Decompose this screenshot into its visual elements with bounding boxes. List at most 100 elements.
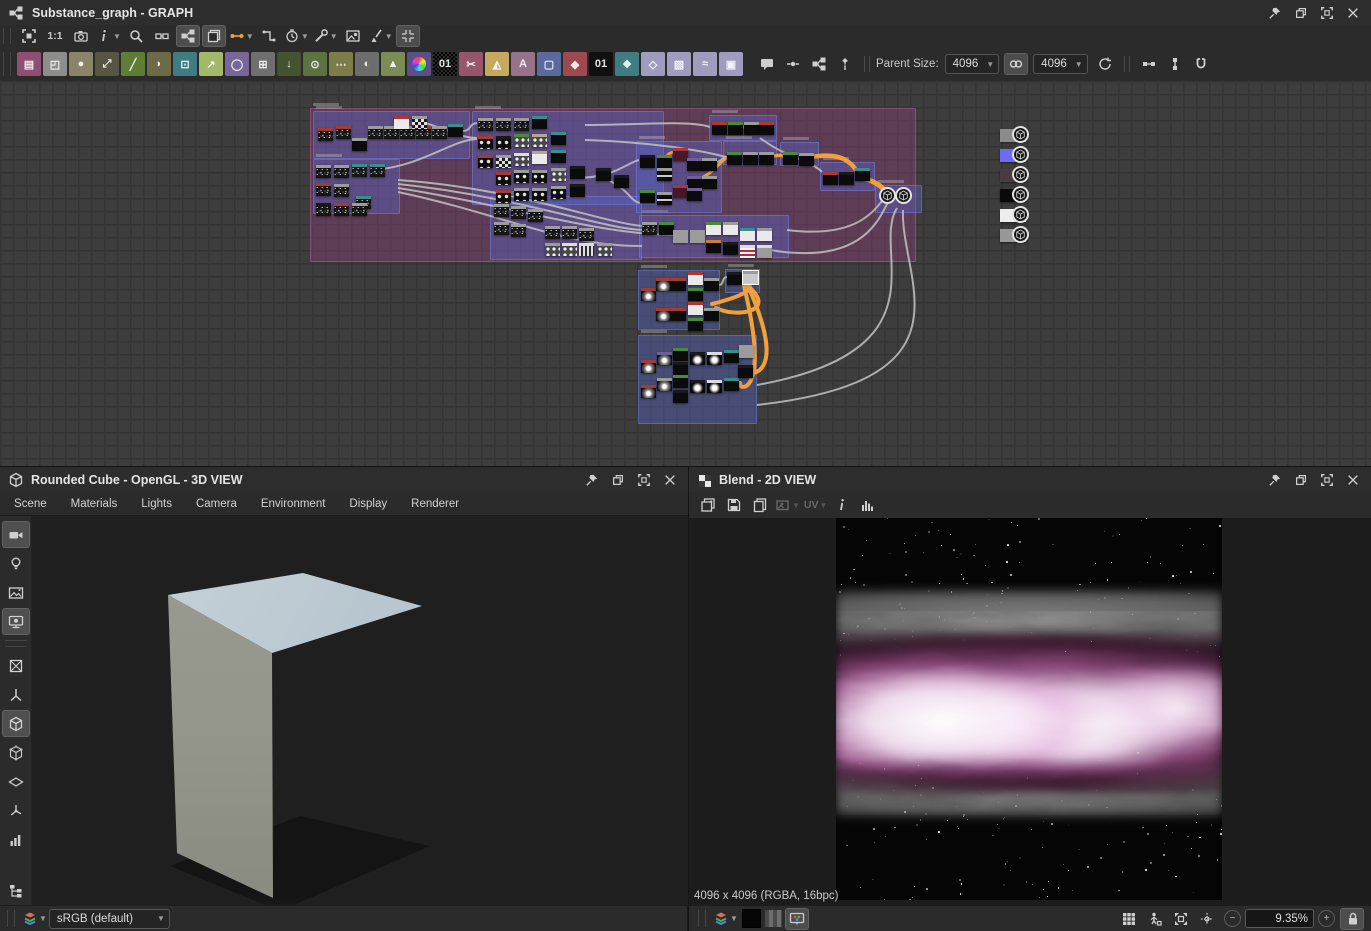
view2d-panel-header[interactable]: Blend - 2D VIEW bbox=[689, 467, 1371, 493]
graph-node[interactable] bbox=[334, 203, 349, 216]
output-basecolor[interactable] bbox=[1000, 129, 1026, 142]
graph-node[interactable] bbox=[496, 155, 511, 168]
sphere-node-button[interactable]: ◐ bbox=[355, 52, 379, 76]
graph-node[interactable] bbox=[640, 190, 655, 203]
svg-node-button[interactable]: ◰ bbox=[43, 52, 67, 76]
graph-node[interactable] bbox=[688, 302, 703, 315]
graph-node[interactable] bbox=[316, 203, 331, 216]
frame-scene-button[interactable] bbox=[2, 652, 30, 679]
graph-node[interactable] bbox=[352, 203, 367, 216]
graph-node[interactable] bbox=[702, 176, 717, 189]
tile-node-button[interactable]: ⊞ bbox=[251, 52, 275, 76]
graph-node[interactable] bbox=[334, 165, 349, 178]
graph-node[interactable] bbox=[659, 222, 674, 235]
maximize-panel-button[interactable] bbox=[634, 471, 654, 489]
graph-node[interactable] bbox=[744, 122, 759, 135]
stats-button[interactable] bbox=[2, 826, 30, 853]
graph-node[interactable] bbox=[757, 245, 772, 258]
float-panel-button[interactable] bbox=[1291, 471, 1311, 489]
graph-node[interactable] bbox=[688, 288, 703, 301]
link-size-button[interactable] bbox=[1004, 53, 1028, 75]
graph-node[interactable] bbox=[448, 124, 463, 137]
graph-node[interactable] bbox=[579, 243, 594, 256]
fx-shape-node-button[interactable]: ◇ bbox=[641, 52, 665, 76]
menu-display[interactable]: Display bbox=[349, 498, 387, 510]
output-metallic[interactable] bbox=[1000, 189, 1026, 202]
layers-button[interactable] bbox=[202, 25, 226, 47]
float-panel-button[interactable] bbox=[1291, 4, 1311, 22]
graph-node[interactable] bbox=[514, 153, 529, 166]
graph-node[interactable] bbox=[673, 375, 688, 388]
graph-node[interactable] bbox=[641, 385, 656, 398]
graph-node[interactable] bbox=[551, 150, 566, 163]
graph-node[interactable] bbox=[496, 172, 511, 185]
align-horizontal-button[interactable] bbox=[1137, 53, 1161, 75]
colorspace-dropdown[interactable]: sRGB (default)▼ bbox=[49, 909, 170, 929]
graph-node[interactable] bbox=[657, 168, 672, 181]
bitmap-node-button[interactable]: ▤ bbox=[17, 52, 41, 76]
graph-node[interactable] bbox=[657, 378, 672, 391]
pan-button[interactable] bbox=[1195, 908, 1219, 930]
pin-panel-button[interactable] bbox=[1265, 4, 1285, 22]
quantize-node-button[interactable]: 01 bbox=[589, 52, 613, 76]
menu-scene[interactable]: Scene bbox=[14, 498, 47, 510]
graph-node[interactable] bbox=[799, 153, 814, 166]
graph-node[interactable] bbox=[642, 222, 657, 235]
frame-button[interactable] bbox=[781, 53, 805, 75]
transform-node-button[interactable]: ⊡ bbox=[173, 52, 197, 76]
colorspace-layers-button[interactable]: ▼ bbox=[21, 908, 48, 930]
graph-node[interactable] bbox=[657, 155, 672, 168]
graph-node[interactable] bbox=[671, 278, 686, 291]
graph-view-button[interactable] bbox=[176, 25, 200, 47]
gradient-map-node-button[interactable]: ⋯ bbox=[329, 52, 353, 76]
graph-node[interactable] bbox=[723, 242, 738, 255]
normal-node-button[interactable]: ⊙ bbox=[303, 52, 327, 76]
maximize-panel-button[interactable] bbox=[1317, 4, 1337, 22]
graph-node[interactable] bbox=[671, 308, 686, 321]
crystallize-node-button[interactable]: ❖ bbox=[615, 52, 639, 76]
info-button[interactable]: ▼ bbox=[95, 25, 122, 47]
graph-node[interactable] bbox=[673, 185, 688, 198]
spline-node-button[interactable]: ✂ bbox=[459, 52, 483, 76]
output-height[interactable] bbox=[1000, 209, 1026, 222]
graph-node[interactable] bbox=[707, 352, 722, 365]
graph-node[interactable] bbox=[496, 190, 511, 203]
snap-button[interactable] bbox=[1189, 53, 1213, 75]
graph-node[interactable] bbox=[823, 172, 838, 185]
graph-node[interactable] bbox=[640, 155, 655, 168]
graph-node[interactable] bbox=[707, 380, 722, 393]
graph-panel-header[interactable]: Substance_graph - GRAPH bbox=[0, 0, 1371, 26]
graph-node[interactable] bbox=[687, 188, 702, 201]
float-panel-button[interactable] bbox=[608, 471, 628, 489]
graph-node[interactable] bbox=[712, 122, 727, 135]
warp-node-button[interactable]: ◗ bbox=[147, 52, 171, 76]
graph-node[interactable] bbox=[528, 209, 543, 222]
background-black-swatch[interactable] bbox=[742, 909, 761, 928]
graph-node[interactable] bbox=[597, 243, 612, 256]
output-roughness[interactable] bbox=[1000, 169, 1026, 182]
graph-node[interactable] bbox=[759, 152, 774, 165]
graph-node[interactable] bbox=[316, 165, 331, 178]
graph-node[interactable] bbox=[727, 152, 742, 165]
close-panel-button[interactable] bbox=[1343, 471, 1363, 489]
graph-node[interactable] bbox=[545, 226, 560, 239]
fit-image-button[interactable] bbox=[1169, 908, 1193, 930]
graph-node[interactable] bbox=[743, 271, 758, 284]
turntable-button[interactable] bbox=[2, 797, 30, 824]
blur-node-button[interactable]: ● bbox=[69, 52, 93, 76]
reset-size-button[interactable] bbox=[1093, 53, 1117, 75]
graph-node[interactable] bbox=[316, 183, 331, 196]
zoom-out-button[interactable]: − bbox=[1224, 910, 1241, 927]
graph-node[interactable] bbox=[496, 118, 511, 131]
graph-node[interactable] bbox=[532, 188, 547, 201]
graph-node[interactable] bbox=[318, 128, 333, 141]
graph-node[interactable] bbox=[688, 272, 703, 285]
graph-node[interactable] bbox=[478, 118, 493, 131]
tiling-button[interactable] bbox=[1117, 908, 1141, 930]
tools-button[interactable]: ▼ bbox=[312, 25, 339, 47]
graph-node[interactable] bbox=[673, 230, 688, 243]
camera-tool-button[interactable] bbox=[2, 521, 30, 548]
background-image-button[interactable]: ▼ bbox=[774, 494, 801, 516]
graph-node[interactable] bbox=[532, 151, 547, 164]
close-panel-button[interactable] bbox=[1343, 4, 1363, 22]
